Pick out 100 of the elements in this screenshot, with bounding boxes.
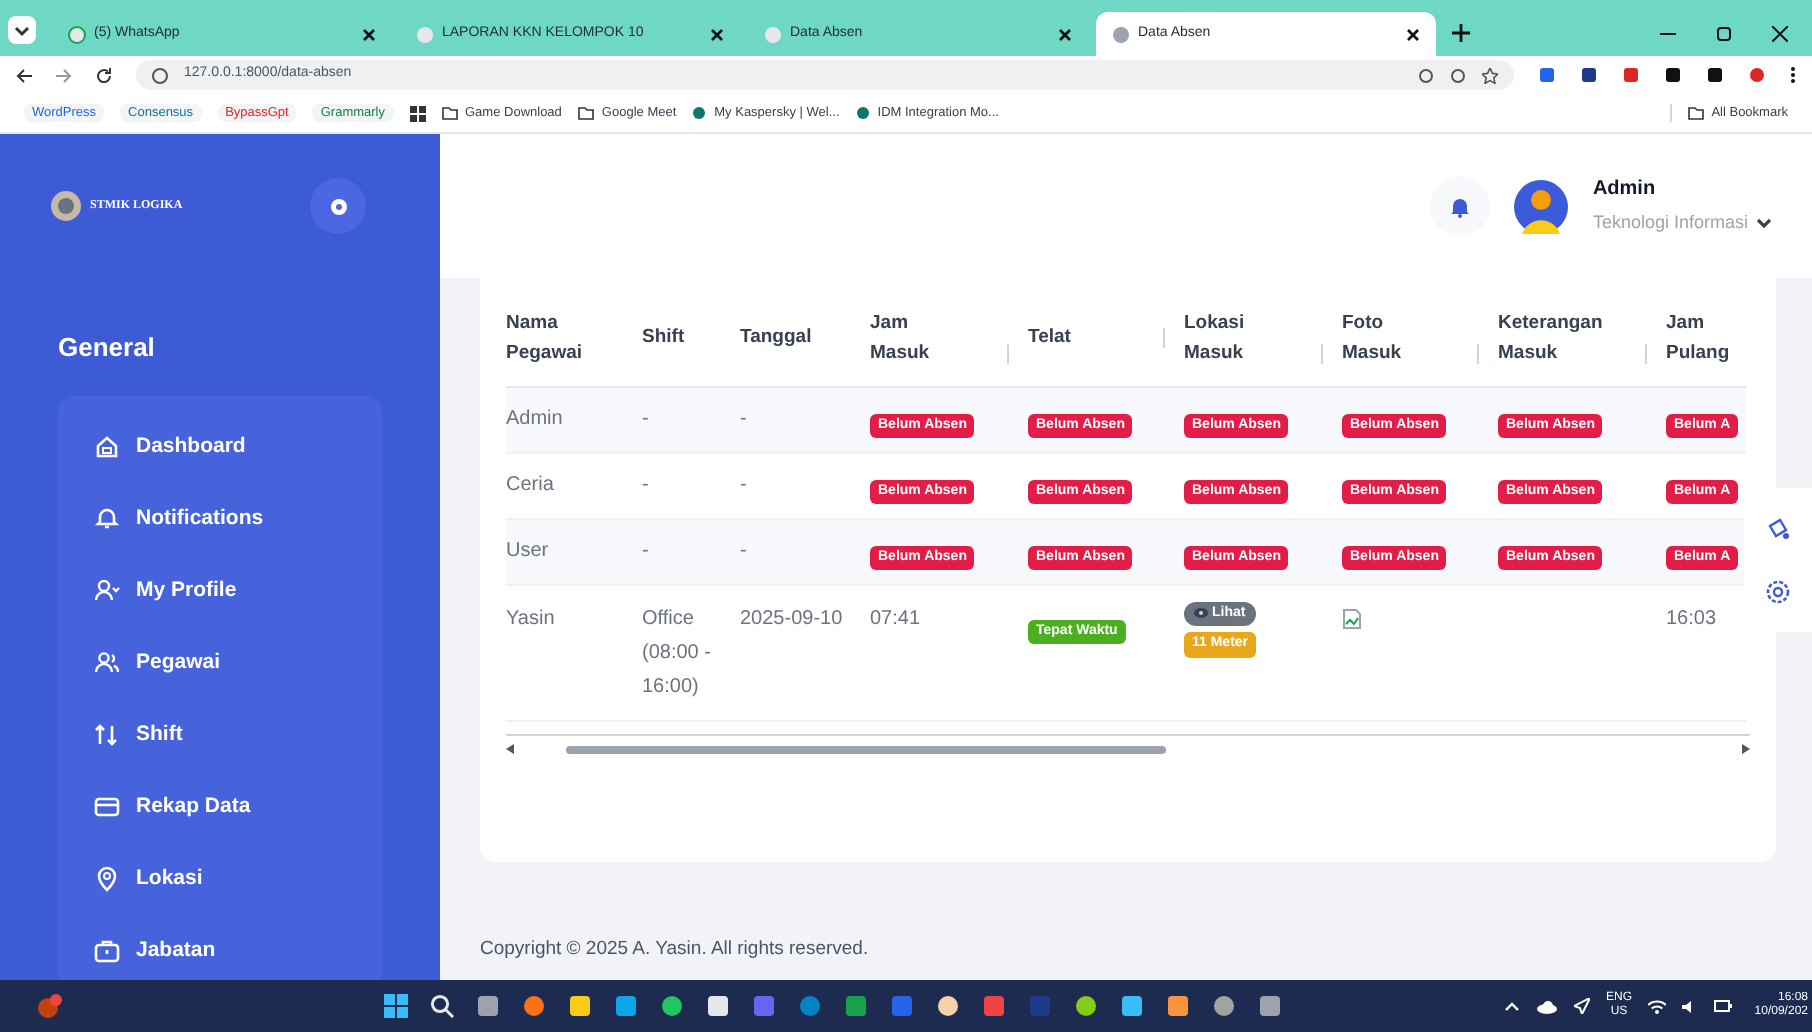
wifi-icon[interactable] (1648, 999, 1666, 1013)
footer-text: Copyright © 2025 A. Yasin. All rights reserved. (480, 935, 871, 964)
close-icon[interactable] (1406, 27, 1420, 41)
taskbar-app-icon[interactable] (568, 994, 592, 1018)
site-icon (855, 106, 870, 120)
more-icon[interactable] (1790, 66, 1796, 84)
back-icon[interactable] (16, 67, 32, 83)
column-header[interactable]: Shift (642, 322, 685, 353)
logo-icon (50, 190, 82, 222)
taskbar-app-icon[interactable] (936, 994, 960, 1018)
broken-image-icon (1342, 607, 1362, 629)
taskbar-app-icon[interactable] (614, 994, 638, 1018)
start-icon[interactable] (384, 994, 408, 1018)
column-header[interactable]: Jam Pulang (1666, 307, 1746, 368)
briefcase-icon (94, 938, 120, 964)
send-icon[interactable] (1573, 998, 1590, 1014)
scroll-right-icon[interactable] (1742, 744, 1750, 754)
table-cell-text: - (740, 406, 749, 434)
tab-favicon-icon (416, 25, 434, 43)
column-header[interactable]: Telat (1028, 322, 1168, 353)
site-icon (692, 106, 707, 120)
nav-item[interactable]: Shift (94, 715, 382, 755)
table-cell-text: Ceria (506, 472, 556, 500)
bell-icon (1450, 195, 1471, 217)
tab-favicon-icon (764, 25, 782, 43)
table-cell-text: - (642, 472, 651, 500)
taskbar-app-icon[interactable] (706, 994, 730, 1018)
horizontal-scrollbar[interactable] (506, 733, 1750, 755)
reload-icon[interactable] (96, 67, 112, 83)
folder-icon (441, 106, 457, 120)
star-icon[interactable] (1482, 67, 1498, 83)
battery-icon[interactable] (1714, 1000, 1732, 1012)
tab-favicon-icon (68, 25, 86, 43)
users-icon (94, 650, 120, 676)
nav-item[interactable]: Pegawai (94, 643, 382, 683)
table-cell-text: Admin (506, 406, 565, 434)
card-icon (94, 794, 120, 820)
taskbar-app-icon[interactable] (1166, 994, 1190, 1018)
extension-icon[interactable] (1622, 66, 1640, 84)
maximize-icon[interactable] (1716, 26, 1732, 42)
table-cell-text: 16:03 (1666, 605, 1719, 633)
taskbar-app-icon[interactable] (522, 994, 546, 1018)
table-cell-text: - (740, 472, 749, 500)
tab-menu-icon[interactable] (8, 16, 36, 44)
settings-button[interactable] (310, 178, 366, 234)
table-cell-text: - (642, 538, 651, 566)
user-name: Admin (1592, 176, 1658, 205)
cloud-icon[interactable] (1535, 999, 1558, 1013)
nav-item[interactable]: Rekap Data (94, 787, 382, 827)
taskbar-app-icon[interactable] (660, 994, 684, 1018)
extension-icon[interactable] (1538, 66, 1556, 84)
user-icon (94, 578, 120, 604)
tab-favicon-icon (1112, 25, 1130, 43)
settings-icon[interactable] (1766, 580, 1790, 604)
close-icon[interactable] (362, 27, 376, 41)
column-header[interactable]: Tanggal (740, 322, 812, 353)
column-header[interactable]: Foto Masuk (1342, 307, 1482, 368)
column-header[interactable]: Nama Pegawai (506, 307, 626, 368)
taskbar-app-icon[interactable] (1120, 994, 1144, 1018)
arrows-icon (94, 722, 120, 748)
table-cell-text: Yasin (506, 605, 557, 633)
close-icon[interactable] (710, 27, 724, 41)
notification-button[interactable] (1430, 176, 1491, 236)
scrollbar-thumb[interactable] (566, 745, 1166, 753)
nav-item[interactable]: Jabatan (94, 931, 382, 971)
apps-grid-icon[interactable] (409, 105, 425, 121)
table-cell-text: 07:41 (870, 605, 923, 633)
close-icon[interactable] (1772, 26, 1788, 42)
table-cell-text: - (740, 538, 749, 566)
close-icon[interactable] (1058, 27, 1072, 41)
eye-icon (1194, 608, 1208, 619)
scroll-left-icon[interactable] (506, 744, 514, 754)
location-pin-icon (94, 866, 120, 892)
taskbar-app-icon[interactable] (1074, 994, 1098, 1018)
new-tab-icon[interactable] (1452, 24, 1470, 42)
column-header[interactable]: Jam Masuk (870, 307, 1012, 368)
folder-icon (577, 106, 594, 120)
section-title: General (56, 330, 157, 366)
column-header[interactable]: Keterangan Masuk (1498, 307, 1650, 368)
taskbar-app-icon[interactable] (476, 994, 500, 1018)
folder-icon (1687, 106, 1704, 120)
table-cell-text: - (642, 406, 651, 434)
site-info-icon (152, 67, 168, 83)
avatar-icon[interactable] (1514, 179, 1569, 233)
search-icon[interactable] (430, 994, 454, 1018)
table-cell-text: Office (08:00 - 16:00) (642, 605, 713, 701)
column-header[interactable]: Lokasi Masuk (1184, 307, 1326, 368)
nav-item[interactable]: My Profile (94, 571, 382, 611)
nav-item[interactable]: Dashboard (94, 427, 382, 467)
nav-item[interactable]: Notifications (94, 499, 382, 539)
settings-icon (327, 195, 349, 217)
chevron-up-icon[interactable] (1503, 1000, 1520, 1012)
taskbar-app-icon[interactable] (1258, 994, 1282, 1018)
extension-icon[interactable] (1580, 66, 1598, 84)
bell-icon (94, 506, 120, 532)
forward-icon[interactable] (56, 67, 72, 83)
widget-icon[interactable] (36, 992, 64, 1020)
taskbar-app-icon[interactable] (1212, 994, 1236, 1018)
table-cell-text: User (506, 538, 551, 566)
nav-item[interactable]: Lokasi (94, 859, 382, 899)
